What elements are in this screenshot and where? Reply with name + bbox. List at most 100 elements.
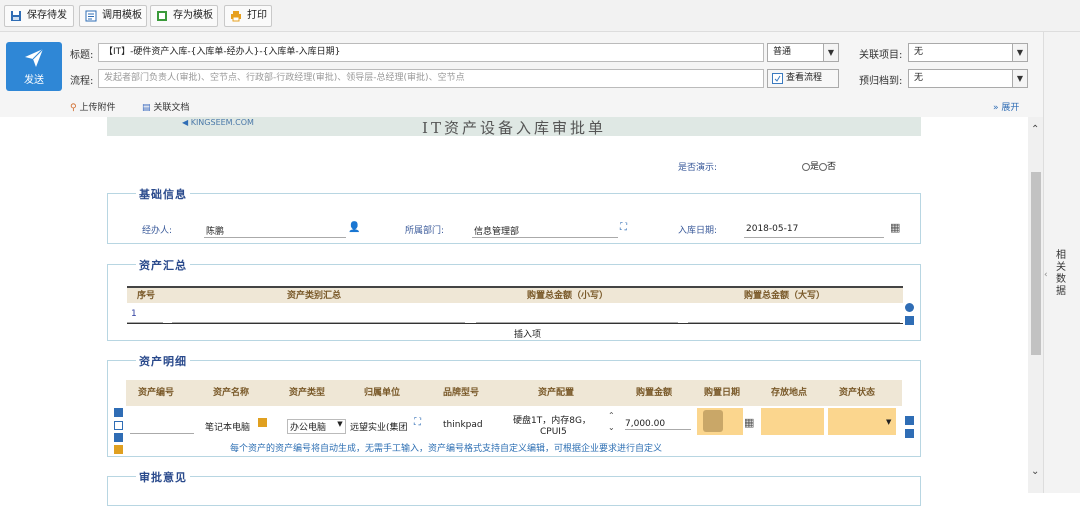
dept-field[interactable]: 信息管理部 xyxy=(472,224,618,238)
view-flow-label: 查看流程 xyxy=(786,73,823,83)
radio-yes[interactable] xyxy=(802,162,810,171)
collapse-arrow-icon[interactable]: ‹ xyxy=(1044,270,1048,280)
scroll-up-icon[interactable]: ⌃ xyxy=(1031,124,1039,135)
config-scroll-icon[interactable]: ⌃ ⌄ xyxy=(608,410,615,434)
add-row-icon[interactable] xyxy=(905,303,914,312)
asset-config-line-1: 硬盘1T，内存8G， xyxy=(513,416,591,426)
summary-col-category: 资产类别汇总 xyxy=(287,291,342,301)
subject-label: 标题: xyxy=(70,50,94,61)
demo-label: 是否演示: xyxy=(678,163,718,173)
use-template-button[interactable]: 调用模板 xyxy=(79,5,147,27)
summary-col-amount-upper: 购置总金额（大写） xyxy=(744,291,826,301)
date-link-icon xyxy=(703,410,723,432)
asset-summary-title: 资产汇总 xyxy=(136,257,190,273)
priority-select[interactable]: 普通 ▼ xyxy=(767,43,839,62)
radio-no[interactable] xyxy=(819,162,828,171)
handler-label: 经办人: xyxy=(142,226,173,236)
asset-unit-field[interactable]: 远望实业(集团 xyxy=(350,420,412,433)
archive-value: 无 xyxy=(914,73,924,83)
insert-item-link[interactable]: 插入项 xyxy=(514,327,541,340)
asset-name-picker-icon[interactable] xyxy=(258,418,267,427)
calendar-icon[interactable]: ▦ xyxy=(744,416,754,429)
dept-label: 所属部门: xyxy=(405,226,445,236)
related-data-tab[interactable]: 相关数据 xyxy=(1054,250,1068,298)
import-asset-icon[interactable] xyxy=(114,445,123,454)
summary-row-seq: 1 xyxy=(131,309,137,319)
chevron-down-icon: ▼ xyxy=(1012,44,1027,61)
approval-title: 审批意见 xyxy=(136,469,190,485)
related-project-label: 关联项目: xyxy=(859,50,903,61)
unit-picker-icon[interactable]: ⛶ xyxy=(414,417,421,428)
date-label: 入库日期: xyxy=(678,226,718,236)
detail-table-header: 资产编号 资产名称 资产类型 归属单位 品牌型号 资产配置 购置金额 购置日期 … xyxy=(126,380,902,406)
handler-field[interactable]: 陈鹏 xyxy=(204,224,346,238)
asset-type-select[interactable]: 办公电脑 ▼ xyxy=(287,419,346,434)
printer-icon xyxy=(231,11,241,22)
scrollbar-thumb[interactable] xyxy=(1031,172,1041,355)
detail-col-brand: 品牌型号 xyxy=(443,388,480,398)
summary-col-seq: 序号 xyxy=(137,291,156,301)
send-button[interactable]: 发送 xyxy=(6,42,62,91)
print-label: 打印 xyxy=(247,10,267,21)
asset-brand-field[interactable]: thinkpad xyxy=(443,420,483,430)
expand-link[interactable]: » 展开 xyxy=(993,100,1019,113)
related-doc-link[interactable]: ▤ 关联文档 xyxy=(142,100,189,113)
summary-col-amount-lower: 购置总金额（小写） xyxy=(527,291,609,301)
chevron-down-icon: ▼ xyxy=(886,418,892,426)
location-field[interactable] xyxy=(761,408,824,435)
summary-table-footer xyxy=(127,323,903,324)
edit-row-icon[interactable] xyxy=(905,316,914,325)
basic-info-title: 基础信息 xyxy=(136,186,190,202)
expand-label: 展开 xyxy=(1001,103,1020,113)
scroll-down-icon[interactable]: ⌄ xyxy=(1031,466,1039,477)
radio-yes-label: 是 xyxy=(810,162,820,172)
add-asset-icon[interactable] xyxy=(114,408,123,417)
asset-amount-field[interactable]: 7,000.00 xyxy=(625,419,691,430)
chevron-down-icon: ▼ xyxy=(337,420,343,428)
subject-input[interactable]: 【IT】-硬件资产入库-{入库单-经办人}-{入库单-入库日期} xyxy=(98,43,764,62)
chevron-down-icon: ▼ xyxy=(823,44,838,61)
related-doc-label: 关联文档 xyxy=(153,103,190,113)
paperclip-icon: ⚲ xyxy=(70,103,77,113)
asset-name-field[interactable]: 笔记本电脑 xyxy=(205,420,250,433)
user-picker-icon[interactable]: 👤 xyxy=(348,222,360,233)
save-draft-button[interactable]: 保存待发 xyxy=(4,5,74,27)
detail-col-config: 资产配置 xyxy=(538,388,575,398)
remove-asset-icon[interactable] xyxy=(114,433,123,442)
select-asset-icon[interactable] xyxy=(114,421,123,430)
save-template-label: 存为模板 xyxy=(173,10,213,21)
detail-col-type: 资产类型 xyxy=(289,388,326,398)
detail-col-name: 资产名称 xyxy=(213,388,250,398)
chevron-down-icon: ▼ xyxy=(1012,70,1027,87)
copy-asset-icon[interactable] xyxy=(905,429,914,438)
toolbar: 保存待发 调用模板 存为模板 打印 xyxy=(0,0,1080,32)
radio-no-label: 否 xyxy=(827,162,837,172)
print-button[interactable]: 打印 xyxy=(224,5,272,27)
related-project-select[interactable]: 无 ▼ xyxy=(908,43,1028,62)
asset-code-field[interactable] xyxy=(130,433,194,434)
asset-type-value: 办公电脑 xyxy=(290,423,327,433)
form-title: IT资产设备入库审批单 xyxy=(422,119,606,137)
flow-label: 流程: xyxy=(70,76,94,87)
save-template-button[interactable]: 存为模板 xyxy=(150,5,218,27)
mail-header: 发送 标题: 【IT】-硬件资产入库-{入库单-经办人}-{入库单-入库日期} … xyxy=(0,32,1043,117)
save-draft-label: 保存待发 xyxy=(27,10,67,21)
edit-asset-icon[interactable] xyxy=(905,416,914,425)
document-icon: ▤ xyxy=(142,103,151,113)
detail-col-date: 购置日期 xyxy=(704,388,741,398)
date-field[interactable]: 2018-05-17 xyxy=(744,224,884,238)
archive-select[interactable]: 无 ▼ xyxy=(908,69,1028,88)
calendar-icon[interactable]: ▦ xyxy=(890,221,900,234)
related-project-value: 无 xyxy=(914,47,924,57)
attach-label: 上传附件 xyxy=(79,103,116,113)
view-flow-button[interactable]: 查看流程 xyxy=(767,69,839,88)
demo-radio-group: 是否 xyxy=(802,159,836,172)
flow-input[interactable]: 发起者部门负责人(审批)、空节点、行政部-行政经理(审批)、领导层-总经理(审批… xyxy=(98,69,764,88)
paper-plane-icon xyxy=(25,48,44,67)
use-template-label: 调用模板 xyxy=(102,10,142,21)
dept-picker-icon[interactable]: ⛶ xyxy=(620,222,627,233)
priority-value: 普通 xyxy=(773,47,792,57)
archive-label: 预归档到: xyxy=(859,76,903,87)
asset-detail-title: 资产明细 xyxy=(136,353,190,369)
attach-link[interactable]: ⚲ 上传附件 xyxy=(70,100,115,113)
